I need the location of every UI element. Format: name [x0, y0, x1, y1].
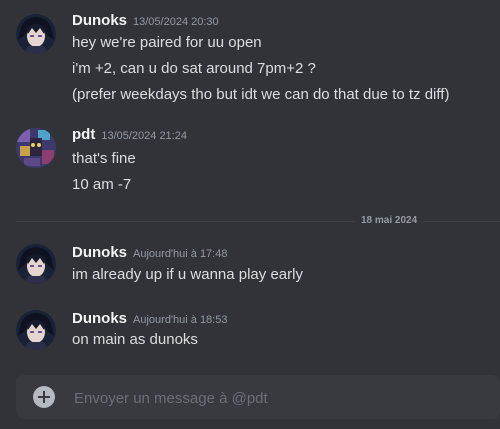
timestamp[interactable]: Aujourd'hui à 17:48 [133, 248, 227, 260]
message-header: pdt 13/05/2024 21:24 [72, 126, 187, 144]
message-text: hey we're paired for uu open [72, 34, 262, 51]
username[interactable]: Dunoks [72, 12, 127, 29]
add-attachment-button[interactable] [33, 386, 55, 408]
timestamp[interactable]: 13/05/2024 20:30 [133, 16, 219, 28]
avatar[interactable] [16, 310, 56, 350]
message-input[interactable] [72, 386, 496, 410]
message-header: Dunoks Aujourd'hui à 17:48 [72, 244, 227, 262]
timestamp[interactable]: Aujourd'hui à 18:53 [133, 314, 227, 326]
username[interactable]: pdt [72, 126, 95, 143]
date-divider-label: 18 mai 2024 [355, 214, 424, 228]
message-composer [16, 375, 500, 419]
timestamp[interactable]: 13/05/2024 21:24 [101, 130, 187, 142]
message-text: (prefer weekdays tho but idt we can do t… [72, 86, 450, 103]
message-text: i'm +2, can u do sat around 7pm+2 ? [72, 60, 316, 77]
message-text: that's fine [72, 150, 136, 167]
avatar[interactable] [16, 14, 56, 54]
username[interactable]: Dunoks [72, 244, 127, 261]
username[interactable]: Dunoks [72, 310, 127, 327]
message-text: 10 am -7 [72, 176, 132, 193]
message-text: im already up if u wanna play early [72, 266, 303, 283]
message-header: Dunoks 13/05/2024 20:30 [72, 12, 219, 30]
date-divider [16, 221, 500, 222]
message-text: on main as dunoks [72, 331, 198, 348]
avatar[interactable] [16, 128, 56, 168]
avatar[interactable] [16, 244, 56, 284]
message-header: Dunoks Aujourd'hui à 18:53 [72, 310, 227, 328]
